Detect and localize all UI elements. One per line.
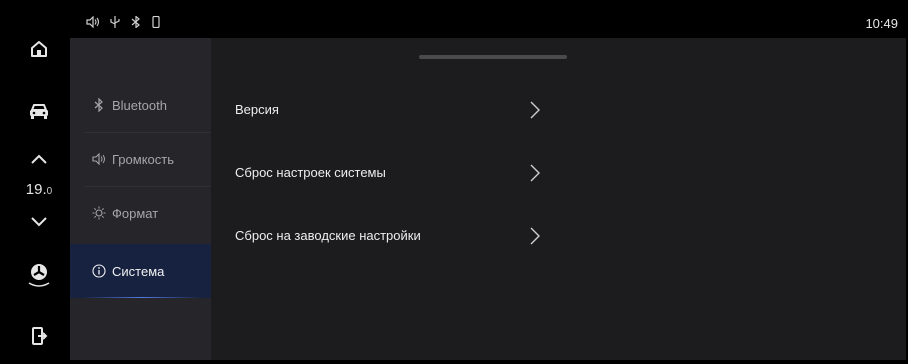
version-row[interactable]: Версия bbox=[235, 94, 545, 124]
info-icon bbox=[92, 264, 106, 278]
sidebar-item-format[interactable]: Формат bbox=[70, 186, 211, 240]
volume-icon bbox=[92, 152, 106, 166]
usb-icon bbox=[110, 16, 120, 28]
sidebar-item-label: Формат bbox=[112, 205, 159, 221]
drag-handle[interactable] bbox=[419, 55, 567, 59]
bluetooth-icon bbox=[131, 16, 140, 28]
sidebar-item-label: Система bbox=[112, 263, 165, 279]
home-button[interactable] bbox=[8, 36, 70, 62]
row-label: Сброс на заводские настройки bbox=[235, 227, 421, 243]
sidebar-item-label: Bluetooth bbox=[112, 97, 167, 113]
chevron-up-icon bbox=[31, 154, 47, 164]
left-dock: 19.0 bbox=[8, 8, 70, 360]
temperature-value: 19.0 bbox=[8, 181, 70, 198]
temperature-decimal: 0 bbox=[46, 186, 53, 197]
home-icon bbox=[31, 41, 47, 57]
chevron-right-icon bbox=[530, 101, 540, 119]
chevron-right-icon bbox=[530, 227, 540, 245]
sidebar-item-bluetooth[interactable]: Bluetooth bbox=[70, 78, 211, 132]
status-icons bbox=[86, 16, 160, 28]
system-settings-panel: Версия Сброс настроек системы Сброс на з… bbox=[211, 38, 906, 360]
sidebar-item-volume[interactable]: Громкость bbox=[70, 132, 211, 186]
status-bar: 10:49 bbox=[70, 8, 906, 38]
fan-icon bbox=[28, 264, 50, 287]
factory-reset-row[interactable]: Сброс на заводские настройки bbox=[235, 220, 545, 250]
clock: 10:49 bbox=[865, 16, 898, 31]
fan-button[interactable] bbox=[8, 260, 70, 290]
row-label: Версия bbox=[235, 101, 279, 117]
car-button[interactable] bbox=[8, 98, 70, 124]
temp-up-button[interactable] bbox=[8, 148, 70, 170]
car-icon bbox=[30, 104, 48, 119]
chevron-right-icon bbox=[530, 164, 540, 182]
volume-icon bbox=[86, 16, 100, 28]
settings-sidebar: Bluetooth Громкость Формат Система bbox=[70, 38, 211, 360]
chevron-down-icon bbox=[31, 217, 47, 227]
app-screen: 19.0 10:49 Bluetooth Громкость Формат Си… bbox=[8, 8, 906, 360]
exit-button[interactable] bbox=[8, 324, 70, 348]
exit-icon bbox=[32, 327, 48, 345]
sidebar-item-label: Громкость bbox=[112, 151, 174, 167]
bluetooth-icon bbox=[92, 98, 106, 112]
sidebar-item-system[interactable]: Система bbox=[70, 244, 211, 298]
phone-icon bbox=[152, 16, 160, 28]
sun-icon bbox=[92, 206, 106, 220]
temp-down-button[interactable] bbox=[8, 210, 70, 232]
system-reset-row[interactable]: Сброс настроек системы bbox=[235, 157, 545, 187]
row-label: Сброс настроек системы bbox=[235, 164, 386, 180]
temperature-number: 19. bbox=[25, 181, 47, 198]
temperature-control: 19.0 bbox=[8, 148, 70, 234]
